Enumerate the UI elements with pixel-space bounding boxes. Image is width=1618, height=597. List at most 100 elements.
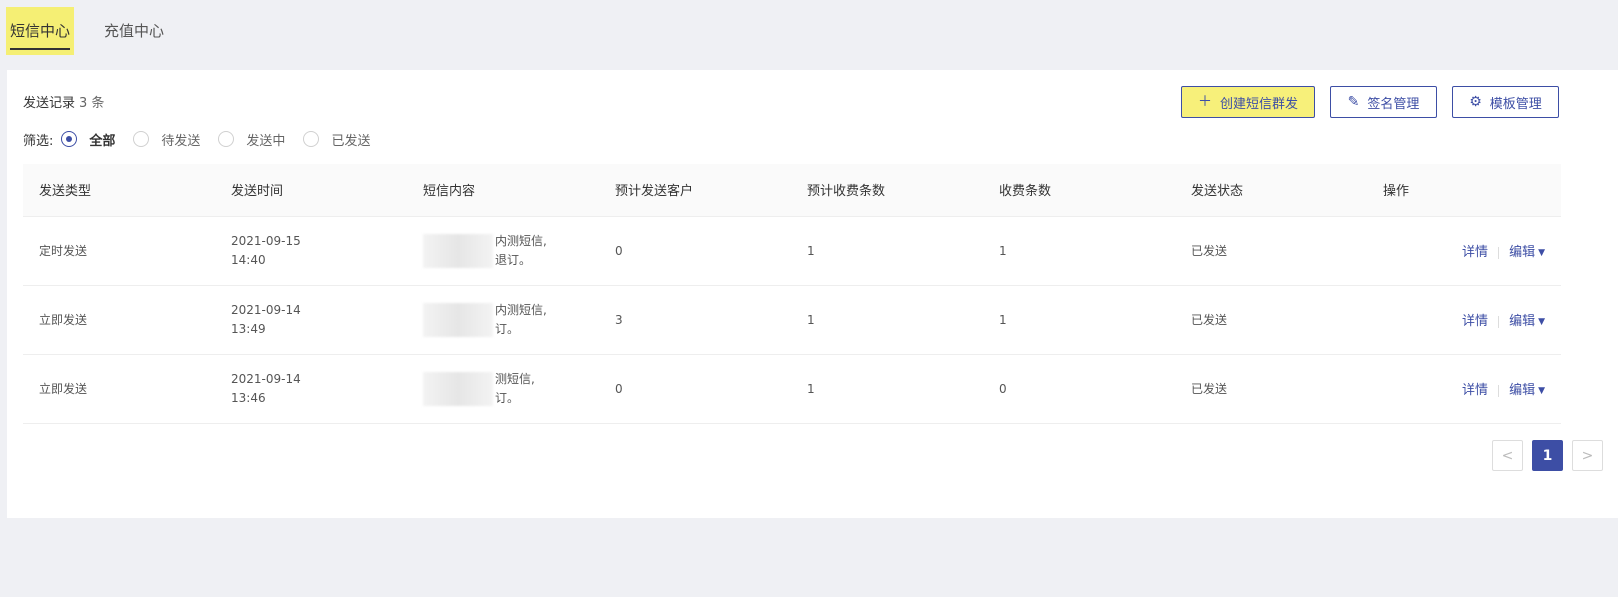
caret-down-icon[interactable]: ▼	[1538, 248, 1545, 258]
records-table: 发送类型 发送时间 短信内容 预计发送客户 预计收费条数 收费条数 发送状态 操…	[23, 164, 1561, 424]
gear-icon: ⚙	[1469, 94, 1482, 110]
edit-dropdown[interactable]: 编辑	[1509, 245, 1535, 260]
header-est-customers: 预计发送客户	[599, 164, 791, 217]
content-line: 内测短信,	[495, 233, 547, 248]
records-card: 发送记录 3 条 ＋ 创建短信群发 ✎ 签名管理 ⚙ 模板管理 筛选: 全部 待发…	[7, 70, 1618, 518]
header-operations: 操作	[1367, 164, 1561, 217]
page-1-button[interactable]: 1	[1532, 440, 1563, 471]
signature-button-label: 签名管理	[1367, 96, 1420, 112]
cell-send-time: 2021-09-14 13:46	[215, 354, 407, 424]
radio-checked-icon[interactable]	[61, 131, 78, 147]
filter-option-label: 已发送	[331, 133, 371, 149]
tab-sms-center[interactable]: 短信中心	[6, 7, 75, 55]
filter-option-sent[interactable]: 已发送	[303, 130, 370, 149]
cell-billing: 1	[983, 285, 1175, 355]
redacted-content	[423, 302, 493, 337]
send-date: 2021-09-14	[231, 371, 301, 386]
filter-option-label: 全部	[89, 133, 116, 149]
cell-est-billing: 1	[791, 216, 983, 286]
cell-est-billing: 1	[791, 354, 983, 424]
send-clock: 13:46	[231, 390, 266, 405]
cell-send-time: 2021-09-15 14:40	[215, 216, 407, 286]
cell-sms-content: 内测短信, 退订。	[407, 216, 599, 286]
header-sms-content: 短信内容	[407, 164, 599, 217]
detail-link[interactable]: 详情	[1462, 383, 1488, 398]
table-header-row: 发送类型 发送时间 短信内容 预计发送客户 预计收费条数 收费条数 发送状态 操…	[23, 164, 1561, 217]
redacted-content	[423, 233, 493, 268]
edit-dropdown[interactable]: 编辑	[1509, 314, 1535, 329]
caret-down-icon[interactable]: ▼	[1538, 386, 1545, 396]
table-row: 立即发送 2021-09-14 13:46 测短信, 订。 0 1 0 已发送 …	[23, 354, 1561, 424]
tab-label: 短信中心	[10, 22, 71, 40]
cell-billing: 1	[983, 216, 1175, 286]
send-clock: 13:49	[231, 321, 266, 336]
next-page-button[interactable]: >	[1572, 440, 1603, 471]
records-count: 3 条	[79, 96, 105, 111]
radio-icon[interactable]	[133, 131, 150, 147]
header-billing: 收费条数	[983, 164, 1175, 217]
cell-operations: 详情 编辑 ▼	[1367, 216, 1561, 286]
status-filter: 筛选: 全部 待发送 发送中 已发送	[23, 128, 388, 150]
cell-billing: 0	[983, 354, 1175, 424]
cell-send-status: 已发送	[1175, 216, 1367, 286]
cell-sms-content: 内测短信, 订。	[407, 285, 599, 355]
filter-option-all[interactable]: 全部	[61, 130, 115, 149]
filter-option-pending[interactable]: 待发送	[133, 130, 200, 149]
top-tabs: 短信中心 充值中心	[0, 0, 1618, 70]
table-row: 定时发送 2021-09-15 14:40 内测短信, 退订。 0 1 1 已发…	[23, 216, 1561, 286]
cell-send-status: 已发送	[1175, 285, 1367, 355]
cell-sms-content: 测短信, 订。	[407, 354, 599, 424]
content-line: 订。	[495, 390, 520, 405]
table-row: 立即发送 2021-09-14 13:49 内测短信, 订。 3 1 1 已发送…	[23, 285, 1561, 355]
header-send-status: 发送状态	[1175, 164, 1367, 217]
tab-recharge-center[interactable]: 充值中心	[100, 7, 168, 55]
filter-option-label: 待发送	[161, 133, 201, 149]
send-date: 2021-09-14	[231, 302, 301, 317]
caret-down-icon[interactable]: ▼	[1538, 317, 1545, 327]
header-send-type: 发送类型	[23, 164, 215, 217]
cell-operations: 详情 编辑 ▼	[1367, 354, 1561, 424]
content-line: 退订。	[495, 252, 532, 267]
cell-send-type: 立即发送	[23, 354, 215, 424]
filter-option-sending[interactable]: 发送中	[218, 130, 285, 149]
create-button-label: 创建短信群发	[1219, 96, 1298, 112]
records-title-text: 发送记录	[23, 96, 76, 111]
signature-management-button[interactable]: ✎ 签名管理	[1330, 86, 1437, 118]
tab-label: 充值中心	[104, 22, 165, 40]
cell-est-billing: 1	[791, 285, 983, 355]
cell-send-type: 立即发送	[23, 285, 215, 355]
radio-icon[interactable]	[303, 131, 320, 147]
cell-est-customers: 0	[599, 216, 791, 286]
cell-send-time: 2021-09-14 13:49	[215, 285, 407, 355]
records-title: 发送记录 3 条	[23, 92, 104, 111]
pagination: < 1 >	[1492, 440, 1603, 471]
template-button-label: 模板管理	[1489, 96, 1542, 112]
op-divider	[1498, 384, 1500, 397]
edit-icon: ✎	[1347, 94, 1360, 110]
active-tab-underline	[10, 48, 71, 50]
header-est-billing: 预计收费条数	[791, 164, 983, 217]
op-divider	[1498, 315, 1500, 328]
radio-icon[interactable]	[218, 131, 235, 147]
detail-link[interactable]: 详情	[1462, 245, 1488, 260]
cell-operations: 详情 编辑 ▼	[1367, 285, 1561, 355]
cell-est-customers: 3	[599, 285, 791, 355]
cell-send-status: 已发送	[1175, 354, 1367, 424]
create-sms-broadcast-button[interactable]: ＋ 创建短信群发	[1181, 86, 1315, 118]
send-clock: 14:40	[231, 252, 266, 267]
cell-est-customers: 0	[599, 354, 791, 424]
redacted-content	[423, 371, 493, 406]
filter-option-label: 发送中	[246, 133, 286, 149]
cell-send-type: 定时发送	[23, 216, 215, 286]
content-line: 测短信,	[495, 371, 535, 386]
edit-dropdown[interactable]: 编辑	[1509, 383, 1535, 398]
prev-page-button[interactable]: <	[1492, 440, 1523, 471]
header-send-time: 发送时间	[215, 164, 407, 217]
filter-label: 筛选:	[23, 133, 54, 149]
plus-icon: ＋	[1197, 94, 1212, 110]
content-line: 订。	[495, 321, 520, 336]
detail-link[interactable]: 详情	[1462, 314, 1488, 329]
content-line: 内测短信,	[495, 302, 547, 317]
template-management-button[interactable]: ⚙ 模板管理	[1452, 86, 1559, 118]
op-divider	[1498, 246, 1500, 259]
